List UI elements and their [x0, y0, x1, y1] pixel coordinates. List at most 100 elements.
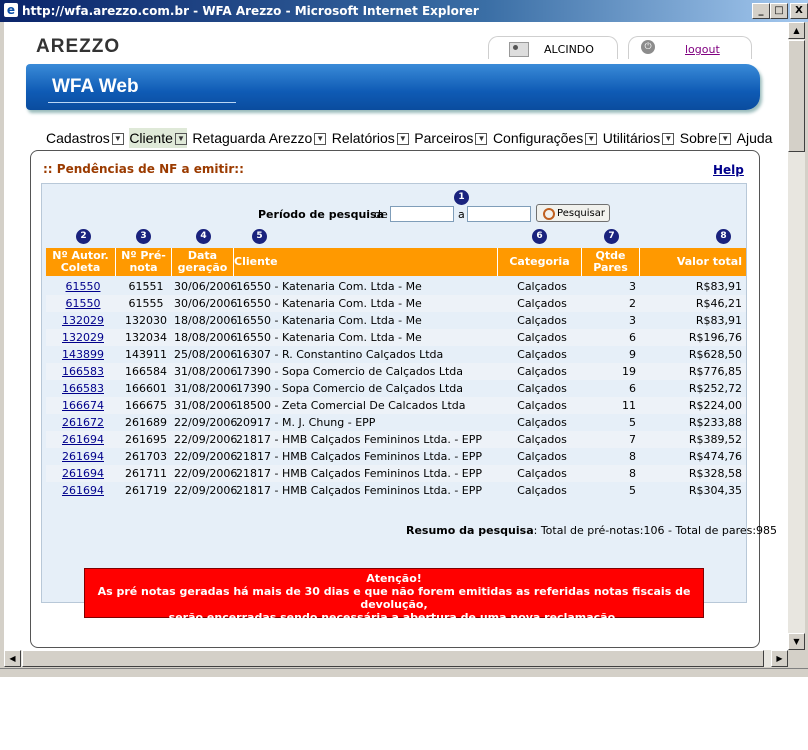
vertical-scroll-thumb[interactable] — [788, 40, 805, 152]
cell-prenota: 261711 — [125, 467, 167, 480]
menu-label: Retaguarda Arezzo — [192, 130, 313, 146]
cell-data: 18/08/2006 — [174, 314, 238, 327]
cell-autor[interactable]: 261694 — [50, 484, 116, 497]
scroll-up-arrow[interactable]: ▲ — [788, 22, 805, 39]
cell-cliente: 21817 - HMB Calçados Femininos Ltda. - E… — [236, 484, 483, 497]
table-row: 61550 61551 30/06/2006 16550 - Katenaria Co… — [46, 278, 746, 295]
cell-valor: R$776,85 — [688, 365, 742, 378]
marker-4: 4 — [196, 229, 211, 244]
cell-autor[interactable]: 166583 — [50, 382, 116, 395]
help-link[interactable]: Help — [713, 163, 744, 177]
warning-alert: Atenção! As pré notas geradas há mais de… — [84, 568, 704, 624]
cell-data: 18/08/2006 — [174, 331, 238, 344]
cell-autor[interactable]: 132029 — [50, 331, 116, 344]
cell-valor: R$389,52 — [688, 433, 742, 446]
menu-retaguarda[interactable]: Retaguarda Arezzo ▼ — [192, 128, 327, 148]
cell-cliente: 16550 - Katenaria Com. Ltda - Me — [236, 314, 422, 327]
period-from-label: de — [374, 208, 388, 221]
chevron-down-icon[interactable]: ▼ — [111, 133, 124, 146]
table-row: 261694 261711 22/09/2006 21817 - HMB Calçad… — [46, 465, 746, 482]
cell-qtde: 11 — [622, 399, 636, 412]
horizontal-scrollbar[interactable]: ◀ ▶ — [4, 650, 788, 667]
cell-autor[interactable]: 261694 — [50, 433, 116, 446]
menu-sobre[interactable]: Sobre ▼ — [680, 128, 732, 148]
chevron-down-icon[interactable]: ▼ — [475, 133, 488, 146]
cell-autor[interactable]: 166583 — [50, 365, 116, 378]
cell-autor[interactable]: 132029 — [50, 314, 116, 327]
cell-categoria: Calçados — [517, 348, 567, 361]
marker-3: 3 — [136, 229, 151, 244]
cell-data: 31/08/2006 — [174, 399, 238, 412]
table-row: 261694 261703 22/09/2006 21817 - HMB Calçad… — [46, 448, 746, 465]
cell-qtde: 8 — [629, 450, 636, 463]
cell-autor[interactable]: 143899 — [50, 348, 116, 361]
cell-cliente: 16550 - Katenaria Com. Ltda - Me — [236, 331, 422, 344]
close-button[interactable]: X — [790, 3, 808, 19]
minimize-button[interactable]: _ — [752, 3, 770, 19]
cell-autor[interactable]: 166674 — [50, 399, 116, 412]
cell-valor: R$83,91 — [695, 314, 742, 327]
cell-prenota: 261695 — [125, 433, 167, 446]
cell-data: 22/09/2006 — [174, 484, 238, 497]
cell-valor: R$328,58 — [688, 467, 742, 480]
menu-parceiros[interactable]: Parceiros ▼ — [414, 128, 488, 148]
cell-prenota: 143911 — [125, 348, 167, 361]
maximize-button[interactable]: □ — [770, 3, 788, 19]
user-name: ALCINDO — [544, 43, 594, 56]
chevron-down-icon[interactable]: ▼ — [662, 133, 675, 146]
cell-categoria: Calçados — [517, 450, 567, 463]
menu-ajuda[interactable]: Ajuda — [737, 128, 773, 148]
scroll-down-arrow[interactable]: ▼ — [788, 633, 805, 650]
cell-autor[interactable]: 61550 — [50, 280, 116, 293]
window-title: http://wfa.arezzo.com.br - WFA Arezzo - … — [22, 4, 479, 18]
chevron-down-icon[interactable]: ▼ — [174, 133, 187, 146]
cell-valor: R$233,88 — [688, 416, 742, 429]
menu-utilitarios[interactable]: Utilitários ▼ — [603, 128, 675, 148]
col-valor-total: Valor total — [640, 248, 746, 276]
chevron-down-icon[interactable]: ▼ — [585, 133, 598, 146]
search-icon — [543, 208, 555, 220]
cell-prenota: 132030 — [125, 314, 167, 327]
table-row: 166583 166601 31/08/2006 17390 - Sopa Comer… — [46, 380, 746, 397]
chevron-down-icon[interactable]: ▼ — [396, 133, 409, 146]
logout-link[interactable]: logout — [685, 43, 720, 56]
alert-title: Atenção! — [366, 572, 422, 585]
cell-data: 22/09/2006 — [174, 450, 238, 463]
browser-window: e http://wfa.arezzo.com.br - WFA Arezzo … — [0, 0, 808, 677]
date-from-input[interactable] — [390, 206, 454, 222]
menu-cadastros[interactable]: Cadastros ▼ — [46, 128, 124, 148]
cell-autor[interactable]: 261694 — [50, 467, 116, 480]
user-icon — [509, 42, 529, 57]
cell-qtde: 7 — [629, 433, 636, 446]
date-to-input[interactable] — [467, 206, 531, 222]
cell-valor: R$304,35 — [688, 484, 742, 497]
chevron-down-icon[interactable]: ▼ — [719, 133, 732, 146]
summary-label: Resumo da pesquisa — [406, 524, 534, 537]
cell-cliente: 21817 - HMB Calçados Femininos Ltda. - E… — [236, 467, 483, 480]
menu-configuracoes[interactable]: Configurações ▼ — [493, 128, 598, 148]
menu-relatorios[interactable]: Relatórios ▼ — [332, 128, 409, 148]
marker-7: 7 — [604, 229, 619, 244]
cell-qtde: 8 — [629, 467, 636, 480]
cell-qtde: 2 — [629, 297, 636, 310]
cell-categoria: Calçados — [517, 484, 567, 497]
cell-cliente: 21817 - HMB Calçados Femininos Ltda. - E… — [236, 433, 483, 446]
cell-autor[interactable]: 61550 — [50, 297, 116, 310]
power-icon[interactable]: ⏻ — [641, 40, 655, 54]
cell-autor[interactable]: 261694 — [50, 450, 116, 463]
search-button[interactable]: Pesquisar — [536, 204, 610, 222]
pendencias-panel: :: Pendências de NF a emitir:: Help 1 Pe… — [30, 150, 777, 648]
scroll-left-arrow[interactable]: ◀ — [4, 650, 21, 667]
search-button-label: Pesquisar — [557, 208, 605, 219]
chevron-down-icon[interactable]: ▼ — [314, 133, 327, 146]
vertical-scrollbar[interactable]: ▲ ▼ — [788, 22, 805, 650]
table-row: 261672 261689 22/09/2006 20917 - M. J. Chun… — [46, 414, 746, 431]
col-pre-nota: Nº Pré- nota — [116, 248, 172, 276]
horizontal-scroll-thumb[interactable] — [22, 650, 764, 667]
menu-cliente[interactable]: Cliente ▼ — [129, 128, 187, 148]
menu-label: Ajuda — [736, 130, 773, 146]
wfa-banner: WFA Web — [26, 64, 760, 110]
alert-line-1: As pré notas geradas há mais de 30 dias … — [97, 585, 691, 611]
cell-autor[interactable]: 261672 — [50, 416, 116, 429]
scroll-right-arrow[interactable]: ▶ — [771, 650, 788, 667]
